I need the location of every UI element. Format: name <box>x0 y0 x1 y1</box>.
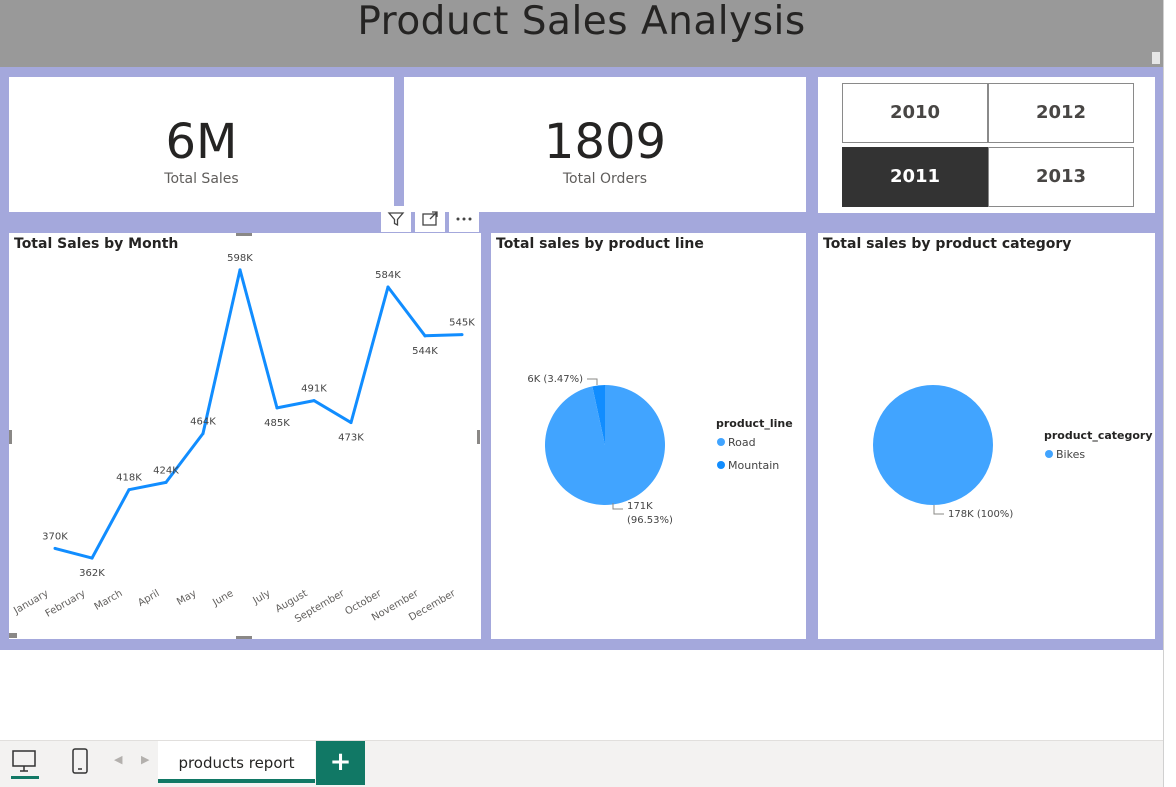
leader-line <box>587 378 598 385</box>
legend-marker <box>717 461 725 469</box>
leader-line <box>933 505 944 515</box>
year-slicer: 2010 2012 2011 2013 <box>818 77 1155 213</box>
total-orders-value: 1809 <box>543 114 667 170</box>
year-button-2012[interactable]: 2012 <box>988 83 1134 143</box>
data-label: 178K (100%) <box>948 509 1013 520</box>
pie-slice <box>873 385 993 505</box>
data-label: 545K <box>449 318 475 329</box>
next-page-arrow-icon[interactable]: ▶ <box>141 753 149 766</box>
data-point <box>238 268 242 272</box>
data-label: 464K <box>190 417 216 428</box>
data-label: 6K (3.47%) <box>527 374 583 385</box>
data-point <box>349 421 353 425</box>
x-axis-tick-label: June <box>210 588 235 609</box>
x-axis-tick-label: April <box>136 588 161 609</box>
data-label: 424K <box>153 465 179 476</box>
total-sales-label: Total Sales <box>164 171 239 187</box>
focus-mode-icon[interactable] <box>415 206 445 232</box>
legend-item: Bikes <box>1056 448 1085 461</box>
sales-by-month-chart: 370K 362K 418K 424K 464K 598K 485K 491K 473K 584K… <box>11 253 475 625</box>
data-point <box>127 488 131 492</box>
desktop-layout-icon[interactable] <box>10 747 40 783</box>
resize-handle[interactable] <box>236 636 252 639</box>
legend-title: product_category <box>1044 429 1153 442</box>
total-orders-card[interactable]: 1809 Total Orders <box>404 77 806 212</box>
legend-item: Mountain <box>728 459 779 472</box>
data-point <box>90 556 94 560</box>
total-sales-value: 6M <box>165 114 238 170</box>
data-point <box>460 333 464 337</box>
total-sales-card[interactable]: 6M Total Sales <box>9 77 394 212</box>
data-point <box>201 432 205 436</box>
data-label: 491K <box>301 384 327 395</box>
data-point <box>423 334 427 338</box>
legend-title: product_line <box>716 417 793 430</box>
resize-handle[interactable] <box>477 430 480 444</box>
resize-handle[interactable] <box>9 430 12 444</box>
total-orders-label: Total Orders <box>562 171 648 187</box>
data-label: 171K <box>627 501 653 512</box>
data-point <box>386 285 390 289</box>
data-point <box>164 480 168 484</box>
vertical-scrollbar[interactable] <box>1163 0 1176 787</box>
sales-line-series <box>54 268 463 560</box>
sales-by-category-visual[interactable]: Total sales by product category 178K (10… <box>818 233 1155 639</box>
legend-marker <box>1045 450 1053 458</box>
legend-item: Road <box>728 436 756 449</box>
tab-products-report[interactable]: products report <box>158 741 315 783</box>
data-label: 485K <box>264 418 290 429</box>
data-label: 544K <box>412 346 438 357</box>
year-button-2013[interactable]: 2013 <box>988 147 1134 207</box>
data-point <box>53 546 57 550</box>
product-line-pie-chart: 6K (3.47%) 171K (96.53%) product_line Road Mo… <box>527 374 793 526</box>
report-header: Product Sales Analysis <box>0 0 1163 67</box>
data-point <box>312 399 316 403</box>
page-tab-bar: ◀ ▶ products report + <box>0 740 1163 787</box>
data-label: 598K <box>227 253 253 264</box>
resize-handle[interactable] <box>9 633 17 638</box>
data-label: 418K <box>116 473 142 484</box>
category-pie-chart: 178K (100%) product_category Bikes <box>873 385 1153 520</box>
page-title: Product Sales Analysis <box>357 0 806 44</box>
data-label: 584K <box>375 270 401 281</box>
year-button-2011[interactable]: 2011 <box>842 147 988 207</box>
filter-icon[interactable] <box>381 206 411 232</box>
year-button-2010[interactable]: 2010 <box>842 83 988 143</box>
data-label: (96.53%) <box>627 515 673 526</box>
mobile-layout-icon[interactable] <box>70 747 90 779</box>
x-axis-tick-label: February <box>44 588 88 620</box>
data-label: 362K <box>79 568 105 579</box>
legend-marker <box>717 438 725 446</box>
x-axis-tick-label: July <box>251 588 273 607</box>
scrollbar-thumb[interactable] <box>1152 52 1160 64</box>
sales-by-product-line-visual[interactable]: Total sales by product line 6K (3.47%) 17… <box>491 233 806 639</box>
data-label: 473K <box>338 433 364 444</box>
add-page-button[interactable]: + <box>316 741 365 785</box>
sales-by-month-visual[interactable]: Total Sales by Month 370K 362K 418K 424K 464… <box>9 233 481 639</box>
x-axis-tick-label: March <box>93 588 125 613</box>
previous-page-arrow-icon[interactable]: ◀ <box>114 753 122 766</box>
data-point <box>275 406 279 410</box>
x-axis-tick-label: May <box>175 588 198 608</box>
data-label: 370K <box>42 531 68 542</box>
more-options-icon[interactable] <box>449 206 479 232</box>
resize-handle[interactable] <box>236 233 252 236</box>
